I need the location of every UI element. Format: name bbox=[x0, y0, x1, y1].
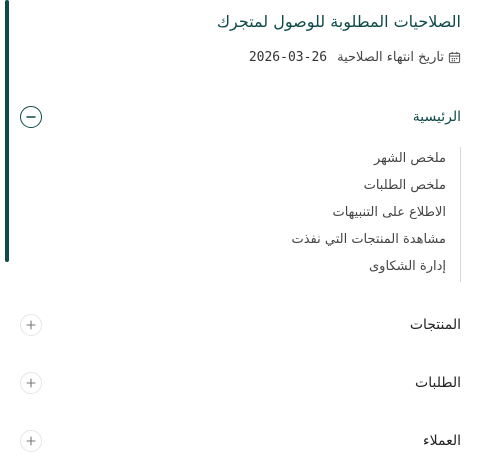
expand-section-products-button[interactable] bbox=[20, 314, 42, 336]
minus-icon bbox=[26, 116, 36, 118]
section-home-label: الرئيسية bbox=[412, 109, 461, 125]
section-home-header[interactable]: الرئيسية bbox=[20, 104, 461, 130]
expiry-row: تاريخ انتهاء الصلاحية 2026-03-26 bbox=[249, 50, 461, 65]
plus-icon bbox=[26, 320, 36, 330]
plus-icon bbox=[26, 436, 36, 446]
permission-item: ملخص الطلبات bbox=[363, 178, 446, 193]
collapse-section-home-button[interactable] bbox=[20, 106, 42, 128]
section-products-label: المنتجات bbox=[409, 317, 461, 333]
section-customers-header[interactable]: العملاء bbox=[20, 428, 461, 454]
expiry-label: تاريخ انتهاء الصلاحية bbox=[337, 50, 444, 65]
expiry-date: 2026-03-26 bbox=[248, 50, 328, 65]
permission-item: مشاهدة المنتجات التي نفذت bbox=[291, 232, 446, 247]
permission-item: ملخص الشهر bbox=[373, 151, 446, 166]
section-products-header[interactable]: المنتجات bbox=[20, 312, 461, 338]
section-orders-header[interactable]: الطلبات bbox=[20, 370, 461, 396]
permission-item: إدارة الشكاوى bbox=[369, 259, 446, 274]
calendar-icon bbox=[448, 51, 461, 64]
plus-icon bbox=[26, 378, 36, 388]
permission-item: الاطلاع على التنبيهات bbox=[332, 205, 446, 220]
section-orders-label: الطلبات bbox=[415, 375, 461, 391]
scrollbar[interactable] bbox=[5, 0, 9, 262]
expand-section-orders-button[interactable] bbox=[20, 372, 42, 394]
section-customers-label: العملاء bbox=[423, 433, 461, 449]
page-title: الصلاحيات المطلوبة للوصول لمتجرك bbox=[216, 12, 461, 31]
section-home-items: ملخص الشهر ملخص الطلبات الاطلاع على التن… bbox=[291, 147, 461, 282]
permissions-panel: الصلاحيات المطلوبة للوصول لمتجرك تاريخ ا… bbox=[0, 0, 477, 459]
expand-section-customers-button[interactable] bbox=[20, 430, 42, 452]
